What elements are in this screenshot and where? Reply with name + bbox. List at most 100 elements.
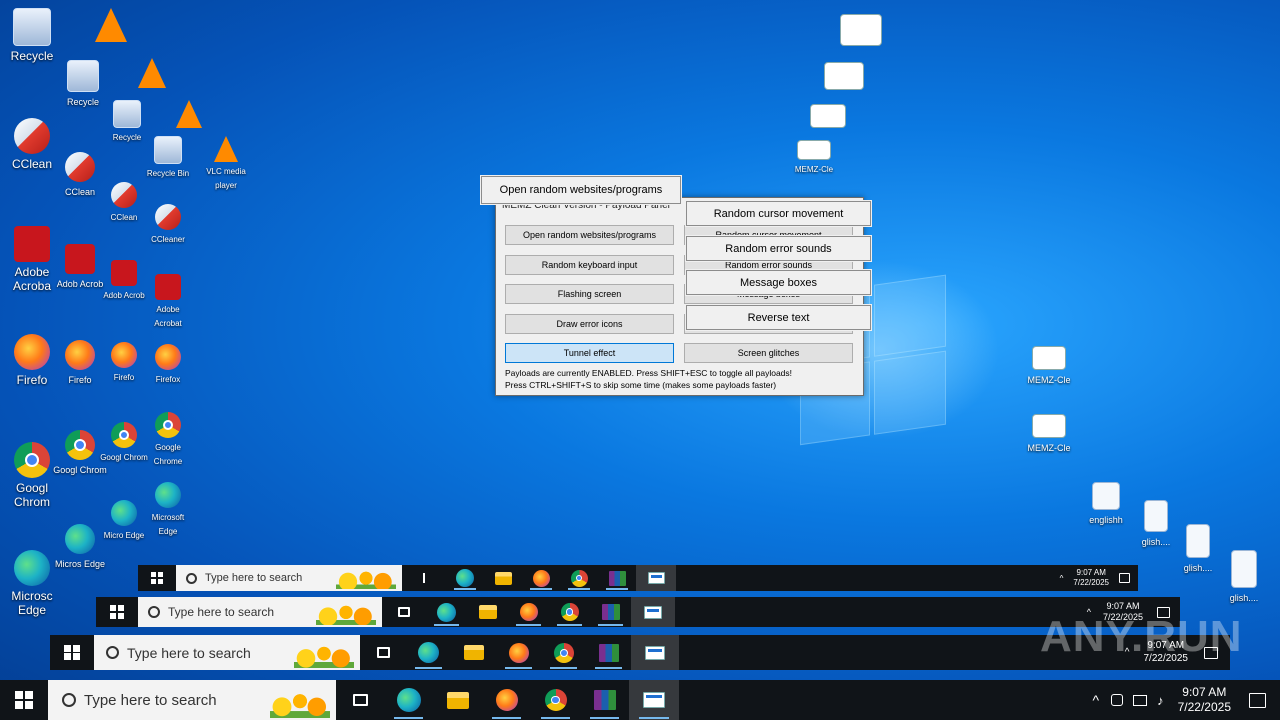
memz-shortcut[interactable] xyxy=(835,14,887,49)
tunnel-effect-button[interactable]: Tunnel effect xyxy=(505,343,674,363)
memz-shortcut[interactable]: MEMZ-Cle xyxy=(1019,346,1079,387)
taskbar-edge[interactable] xyxy=(406,635,451,670)
chrome-icon xyxy=(14,442,50,478)
recycle-bin-shortcut[interactable]: Recycle Bin xyxy=(142,136,194,181)
taskbar-file-explorer[interactable] xyxy=(467,597,508,627)
screen-glitches-button[interactable]: Screen glitches xyxy=(684,343,853,363)
memz-shortcut[interactable]: MEMZ-Cle xyxy=(788,140,840,177)
firefox-icon xyxy=(14,334,50,370)
winrar-icon xyxy=(601,604,620,620)
taskbar-winrar[interactable] xyxy=(586,635,631,670)
edge-shortcut[interactable]: Microsoft Edge xyxy=(142,482,194,539)
windows-start-icon xyxy=(15,691,33,709)
document-icon xyxy=(1231,550,1257,588)
taskbar-memz-panel[interactable] xyxy=(631,635,679,670)
open-random-websites-button[interactable]: Open random websites/programs xyxy=(505,225,674,245)
memz-shortcut[interactable]: MEMZ-Cle xyxy=(1019,414,1079,455)
memz-shortcut[interactable] xyxy=(818,62,870,93)
taskbar-search-box[interactable]: Type here to search xyxy=(94,635,360,670)
taskbar-firefox[interactable] xyxy=(482,680,531,720)
task-view-button[interactable] xyxy=(336,680,384,720)
tray-clock[interactable]: 9:07 AM 7/22/2025 xyxy=(1178,685,1231,715)
notification-icon[interactable] xyxy=(1119,573,1130,583)
taskbar-firefox[interactable] xyxy=(522,565,560,591)
taskbar-chrome[interactable] xyxy=(549,597,590,627)
taskbar-chrome[interactable] xyxy=(541,635,586,670)
chrome-icon xyxy=(544,689,567,711)
ccleaner-shortcut[interactable]: CCleaner xyxy=(142,204,194,247)
random-cursor-movement-button-ghost[interactable]: Random cursor movement xyxy=(686,201,871,226)
taskbar-winrar[interactable] xyxy=(590,597,631,627)
reverse-text-button-ghost[interactable]: Reverse text xyxy=(686,305,871,330)
taskbar-winrar[interactable] xyxy=(580,680,629,720)
taskbar-search-box[interactable]: Type here to search xyxy=(48,680,336,720)
taskbar-memz-panel[interactable] xyxy=(631,597,675,627)
start-button[interactable] xyxy=(96,597,138,627)
vlc-icon xyxy=(176,100,202,128)
acrobat-shortcut[interactable]: Adobe Acrobat xyxy=(142,274,194,331)
task-view-icon xyxy=(398,607,410,617)
flashing-screen-button[interactable]: Flashing screen xyxy=(505,284,674,304)
firefox-icon xyxy=(155,344,181,370)
document-icon xyxy=(1186,524,1210,558)
recycle-bin-shortcut[interactable]: Recycle xyxy=(0,8,67,63)
task-view-button[interactable] xyxy=(360,635,406,670)
volume-icon[interactable]: ♪ xyxy=(1157,693,1164,708)
firefox-shortcut[interactable]: Firefox xyxy=(142,344,194,387)
start-button[interactable] xyxy=(50,635,94,670)
random-error-sounds-button-ghost[interactable]: Random error sounds xyxy=(686,236,871,261)
open-random-websites-button-ghost[interactable]: Open random websites/programs xyxy=(481,176,681,204)
chrome-shortcut[interactable]: Google Chrome xyxy=(142,412,194,469)
network-icon[interactable] xyxy=(1133,694,1148,706)
tray-chevron-icon[interactable]: ^ xyxy=(1093,692,1100,708)
memz-shortcut[interactable] xyxy=(802,104,854,131)
taskbar-edge[interactable] xyxy=(446,565,484,591)
taskbar-chrome[interactable] xyxy=(560,565,598,591)
search-icon xyxy=(186,572,197,584)
start-button[interactable] xyxy=(138,565,176,591)
vlc-shortcut[interactable] xyxy=(122,58,182,91)
vlc-shortcut[interactable] xyxy=(76,8,146,45)
taskbar-file-explorer[interactable] xyxy=(484,565,522,591)
taskbar-search-box[interactable]: Type here to search xyxy=(138,597,382,627)
notification-icon[interactable] xyxy=(1249,692,1266,708)
english-file[interactable]: glish.... xyxy=(1214,550,1274,605)
windows-start-icon xyxy=(151,572,163,584)
search-flowers-image xyxy=(270,690,330,718)
taskbar-memz-panel[interactable] xyxy=(629,680,679,720)
task-view-icon xyxy=(376,647,390,658)
random-keyboard-input-button[interactable]: Random keyboard input xyxy=(505,255,674,275)
taskbar-search-box[interactable]: Type here to search xyxy=(176,565,402,591)
vlc-shortcut[interactable] xyxy=(159,100,219,131)
recycle-bin-icon xyxy=(154,136,182,164)
taskbar-edge[interactable] xyxy=(426,597,467,627)
firefox-icon xyxy=(111,342,137,368)
winrar-icon xyxy=(593,690,616,710)
gear-window-icon xyxy=(810,104,846,128)
taskbar-firefox[interactable] xyxy=(496,635,541,670)
ccleaner-icon xyxy=(65,152,95,182)
task-view-button[interactable] xyxy=(382,597,426,627)
draw-error-icons-button[interactable]: Draw error icons xyxy=(505,314,674,334)
taskbar-file-explorer[interactable] xyxy=(433,680,482,720)
taskbar-firefox[interactable] xyxy=(508,597,549,627)
taskbar-edge[interactable] xyxy=(384,680,433,720)
tray-security-icon[interactable] xyxy=(1111,694,1124,706)
vlc-shortcut[interactable]: VLC media player xyxy=(200,136,252,193)
search-flowers-image xyxy=(336,570,396,589)
task-view-button[interactable] xyxy=(402,565,446,591)
taskbar-winrar[interactable] xyxy=(598,565,636,591)
windows-start-icon xyxy=(110,605,124,619)
taskbar-file-explorer[interactable] xyxy=(451,635,496,670)
chrome-icon xyxy=(570,569,588,587)
taskbar-chrome[interactable] xyxy=(531,680,580,720)
tray-clock[interactable]: 9:07 AM 7/22/2025 xyxy=(1073,568,1109,588)
start-button[interactable] xyxy=(0,680,48,720)
tray-chevron-icon[interactable]: ^ xyxy=(1060,574,1064,583)
message-boxes-button-ghost[interactable]: Message boxes xyxy=(686,270,871,295)
taskbar-memz-panel[interactable] xyxy=(636,565,676,591)
firefox-icon xyxy=(519,603,538,621)
ccleaner-icon xyxy=(111,182,137,208)
taskbar-ghost-2: Type here to search ^ 9:07 AM 7/22/2025 xyxy=(96,597,1180,627)
windows-start-icon xyxy=(64,644,80,661)
